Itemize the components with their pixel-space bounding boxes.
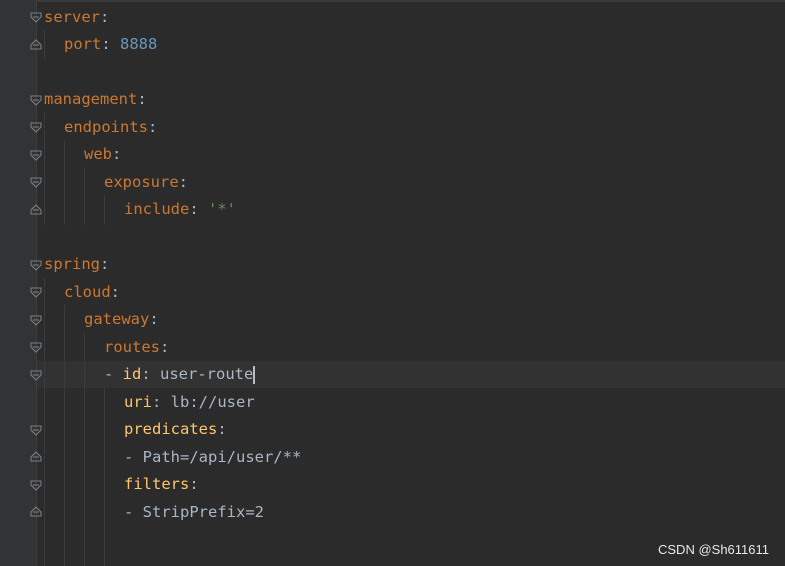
yaml-value: '*' <box>208 200 236 218</box>
editor-top-border <box>0 0 785 2</box>
yaml-key: exposure <box>104 173 179 191</box>
fold-start-icon[interactable] <box>30 341 42 353</box>
yaml-key: management <box>44 90 138 108</box>
fold-start-icon[interactable] <box>30 286 42 298</box>
code-line-exposure[interactable]: exposure: <box>104 169 188 196</box>
yaml-list-dash: - <box>104 365 123 383</box>
code-line-predicates[interactable]: predicates: <box>124 416 227 443</box>
yaml-colon: : <box>178 173 188 191</box>
yaml-colon: : <box>160 338 170 356</box>
watermark-text: CSDN @Sh611611 <box>658 542 769 557</box>
yaml-colon: : <box>149 310 159 328</box>
fold-end-icon[interactable] <box>30 204 42 216</box>
yaml-key: routes <box>104 338 160 356</box>
indent-guide <box>64 305 65 566</box>
indent-guide <box>104 195 105 225</box>
code-line-routes[interactable]: routes: <box>104 334 169 361</box>
indent-guide <box>104 388 105 566</box>
yaml-key: port <box>64 35 102 53</box>
code-editor[interactable]: server: port: 8888 management: endpoints… <box>0 0 785 566</box>
yaml-key: server <box>44 8 100 26</box>
yaml-colon: : <box>217 420 227 438</box>
yaml-key: predicates <box>124 420 218 438</box>
indent-guide <box>84 167 85 225</box>
yaml-value: 8888 <box>120 35 158 53</box>
fold-start-icon[interactable] <box>30 259 42 271</box>
fold-start-icon[interactable] <box>30 94 42 106</box>
fold-start-icon[interactable] <box>30 369 42 381</box>
yaml-colon: : <box>148 118 158 136</box>
yaml-key: endpoints <box>64 118 148 136</box>
code-line-spring[interactable]: spring: <box>44 251 109 278</box>
yaml-colon: : <box>189 200 208 218</box>
fold-start-icon[interactable] <box>30 424 42 436</box>
code-line-filters[interactable]: filters: <box>124 471 199 498</box>
code-line-id[interactable]: - id: user-route <box>104 361 256 388</box>
indent-guide <box>64 140 65 225</box>
yaml-key: include <box>124 200 190 218</box>
fold-end-icon[interactable] <box>30 506 42 518</box>
yaml-colon: : <box>101 35 120 53</box>
yaml-colon: : <box>100 255 110 273</box>
indent-guide <box>44 30 45 60</box>
code-line-strip-prefix[interactable]: - StripPrefix=2 <box>124 499 264 526</box>
yaml-key: gateway <box>84 310 150 328</box>
fold-end-icon[interactable] <box>30 451 42 463</box>
code-line-gateway[interactable]: gateway: <box>84 306 159 333</box>
yaml-key: id <box>122 365 142 383</box>
yaml-colon: : <box>137 90 147 108</box>
code-line-web[interactable]: web: <box>84 141 121 168</box>
indent-guide <box>84 333 85 566</box>
yaml-colon: : <box>100 8 110 26</box>
indent-guide <box>44 278 45 566</box>
indent-guide <box>44 113 45 225</box>
fold-end-icon[interactable] <box>30 39 42 51</box>
code-line-endpoints[interactable]: endpoints: <box>64 114 157 141</box>
fold-start-icon[interactable] <box>30 121 42 133</box>
yaml-key: filters <box>124 475 190 493</box>
yaml-colon: : <box>110 283 121 301</box>
code-line-include[interactable]: include: '*' <box>124 196 236 223</box>
fold-start-icon[interactable] <box>30 149 42 161</box>
yaml-key: cloud <box>64 283 111 301</box>
yaml-key: web <box>84 145 112 163</box>
text-caret <box>253 365 256 384</box>
code-line-port[interactable]: port: 8888 <box>64 31 157 58</box>
yaml-key: spring <box>44 255 100 273</box>
code-line-management[interactable]: management: <box>44 86 147 113</box>
code-line-server[interactable]: server: <box>44 4 109 31</box>
fold-start-icon[interactable] <box>30 314 42 326</box>
yaml-colon: : <box>112 145 122 163</box>
yaml-value: lb://user <box>170 393 255 411</box>
yaml-key: uri <box>124 393 152 411</box>
yaml-colon: : <box>141 365 161 383</box>
yaml-colon: : <box>189 475 199 493</box>
code-line-uri[interactable]: uri: lb://user <box>124 389 255 416</box>
yaml-value: - StripPrefix=2 <box>124 503 264 521</box>
yaml-colon: : <box>152 393 171 411</box>
fold-start-icon[interactable] <box>30 176 42 188</box>
code-line-cloud[interactable]: cloud: <box>64 279 120 306</box>
code-line-path[interactable]: - Path=/api/user/** <box>124 444 301 471</box>
fold-start-icon[interactable] <box>30 11 42 23</box>
fold-start-icon[interactable] <box>30 479 42 491</box>
yaml-value: - Path=/api/user/** <box>124 448 302 466</box>
yaml-value: user-route <box>160 365 254 383</box>
